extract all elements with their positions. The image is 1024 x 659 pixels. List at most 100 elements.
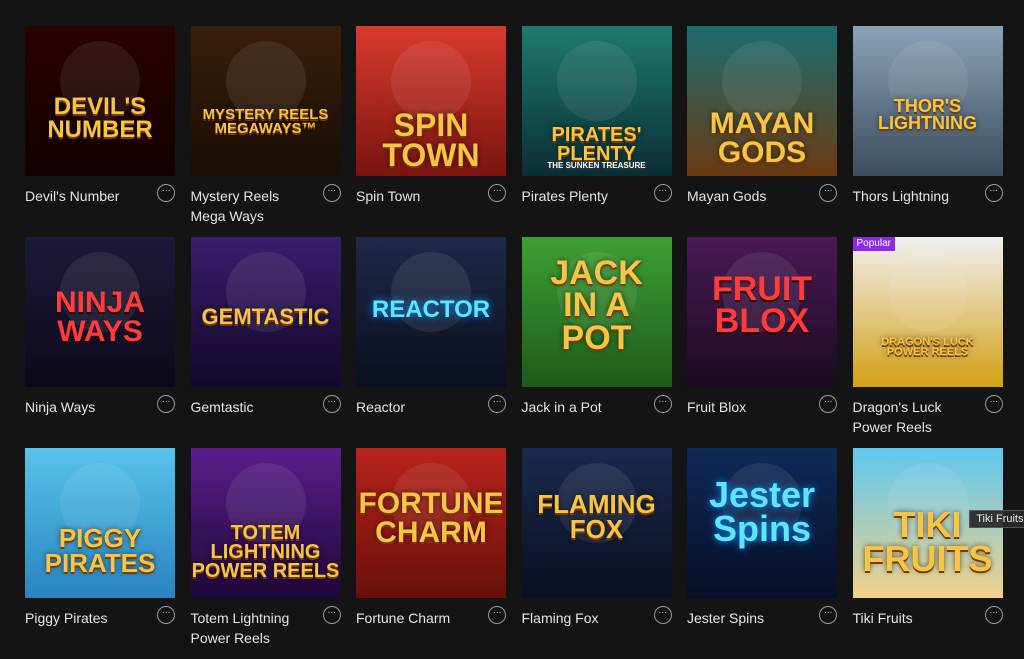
more-options-icon[interactable]: ··· [157,606,175,624]
game-title[interactable]: Gemtastic [191,397,316,417]
game-artwork [687,26,837,176]
more-options-icon[interactable]: ··· [322,395,341,413]
game-thumbnail[interactable]: TOTEM LIGHTNING POWER REELS [190,448,341,598]
more-options-icon[interactable]: ··· [488,184,506,202]
game-title[interactable]: Ninja Ways [25,397,150,417]
game-artwork [852,26,1003,176]
more-options-icon[interactable]: ··· [984,184,1003,202]
game-thumbnail[interactable]: PIGGY PIRATES [25,448,175,598]
game-title[interactable]: Dragon's Luck Power Reels [853,397,978,437]
game-title[interactable]: Piggy Pirates [25,608,150,628]
game-artwork [521,26,672,176]
game-title[interactable]: Pirates Plenty [522,186,647,206]
game-meta: Totem Lightning Power Reels ··· [191,606,341,652]
game-meta: Reactor ··· [356,395,506,441]
game-title[interactable]: Flaming Fox [522,608,647,628]
game-title[interactable]: Spin Town [356,186,481,206]
game-meta: Jack in a Pot ··· [522,395,672,441]
more-options-icon[interactable]: ··· [819,395,837,413]
game-title[interactable]: Thors Lightning [853,186,978,206]
game-meta: Spin Town ··· [356,184,506,230]
game-thumbnail[interactable]: JACK IN A POT [521,237,672,387]
game-thumbnail[interactable]: MYSTERY REELS MEGAWAYS™ [190,26,341,176]
game-meta: Ninja Ways ··· [25,395,175,441]
game-thumbnail[interactable]: Jester Spins [687,448,837,598]
game-artwork [521,448,672,598]
more-options-icon[interactable]: ··· [322,184,341,202]
more-options-icon[interactable]: ··· [157,184,175,202]
more-options-icon[interactable]: ··· [984,395,1003,413]
game-thumbnail[interactable]: FRUIT BLOX [687,237,837,387]
game-meta: Devil's Number ··· [25,184,175,230]
game-title[interactable]: Totem Lightning Power Reels [191,608,316,648]
game-tile: PIGGY PIRATES Piggy Pirates ··· [25,448,175,659]
game-thumbnail[interactable]: FORTUNE CHARM [356,448,506,598]
game-title[interactable]: Fortune Charm [356,608,481,628]
game-tile: DRAGON'S LUCK POWER REELS Popular Dragon's… [852,237,1003,448]
more-options-icon[interactable]: ··· [653,184,672,202]
more-options-icon[interactable]: ··· [157,395,175,413]
game-tile: REACTOR Reactor ··· [356,237,506,448]
game-tile: FORTUNE CHARM Fortune Charm ··· [356,448,506,659]
game-thumbnail[interactable]: SPIN TOWN [356,26,506,176]
game-thumbnail[interactable]: DRAGON'S LUCK POWER REELS Popular [852,237,1003,387]
game-thumbnail[interactable]: NINJA WAYS [25,237,175,387]
game-thumbnail[interactable]: FLAMING FOX [521,448,672,598]
game-artwork [25,237,175,387]
game-tile: NINJA WAYS Ninja Ways ··· [25,237,175,448]
more-options-icon[interactable]: ··· [488,395,506,413]
game-title[interactable]: Devil's Number [25,186,150,206]
game-artwork [521,237,672,387]
game-meta: Tiki Fruits ··· [853,606,1003,652]
game-title[interactable]: Fruit Blox [687,397,812,417]
game-artwork [356,26,506,176]
game-title[interactable]: Mystery Reels Mega Ways [191,186,316,226]
game-title[interactable]: Jack in a Pot [522,397,647,417]
more-options-icon[interactable]: ··· [322,606,341,624]
game-artwork [190,448,341,598]
game-tile: FRUIT BLOX Fruit Blox ··· [687,237,837,448]
game-artwork [356,448,506,598]
game-artwork [687,448,837,598]
game-meta: Jester Spins ··· [687,606,837,652]
game-meta: Piggy Pirates ··· [25,606,175,652]
more-options-icon[interactable]: ··· [488,606,506,624]
game-tile: JACK IN A POT Jack in a Pot ··· [521,237,672,448]
game-artwork [687,237,837,387]
games-grid: DEVIL'S NUMBER Devil's Number ··· MYSTERY R… [25,26,1024,659]
game-artwork [25,26,175,176]
game-tile: SPIN TOWN Spin Town ··· [356,26,506,237]
game-meta: Dragon's Luck Power Reels ··· [853,395,1003,441]
game-tile: PIRATES' PLENTY THE SUNKEN TREASURE Pirate… [521,26,672,237]
popular-badge: Popular [852,237,895,251]
more-options-icon[interactable]: ··· [653,395,672,413]
game-thumbnail[interactable]: THOR'S LIGHTNING [852,26,1003,176]
game-thumbnail[interactable]: REACTOR [356,237,506,387]
game-artwork [852,237,1003,387]
game-artwork [190,26,341,176]
game-title[interactable]: Reactor [356,397,481,417]
game-title[interactable]: Jester Spins [687,608,812,628]
more-options-icon[interactable]: ··· [653,606,672,624]
game-meta: Mystery Reels Mega Ways ··· [191,184,341,230]
game-tile: FLAMING FOX Flaming Fox ··· [521,448,672,659]
game-thumbnail[interactable]: GEMTASTIC [190,237,341,387]
game-artwork [25,448,175,598]
game-tooltip: Tiki Fruits [969,510,1024,528]
game-meta: Flaming Fox ··· [522,606,672,652]
game-artwork [356,237,506,387]
game-thumbnail[interactable]: MAYAN GODS [687,26,837,176]
game-tile: MYSTERY REELS MEGAWAYS™ Mystery Reels Meg… [190,26,341,237]
game-artwork [190,237,341,387]
more-options-icon[interactable]: ··· [984,606,1003,624]
game-thumbnail[interactable]: DEVIL'S NUMBER [25,26,175,176]
game-thumbnail[interactable]: PIRATES' PLENTY THE SUNKEN TREASURE [521,26,672,176]
more-options-icon[interactable]: ··· [819,184,837,202]
game-title[interactable]: Mayan Gods [687,186,812,206]
game-title[interactable]: Tiki Fruits [853,608,978,628]
game-meta: Mayan Gods ··· [687,184,837,230]
more-options-icon[interactable]: ··· [819,606,837,624]
game-meta: Gemtastic ··· [191,395,341,441]
game-tile: MAYAN GODS Mayan Gods ··· [687,26,837,237]
game-tile: Jester Spins Jester Spins ··· [687,448,837,659]
